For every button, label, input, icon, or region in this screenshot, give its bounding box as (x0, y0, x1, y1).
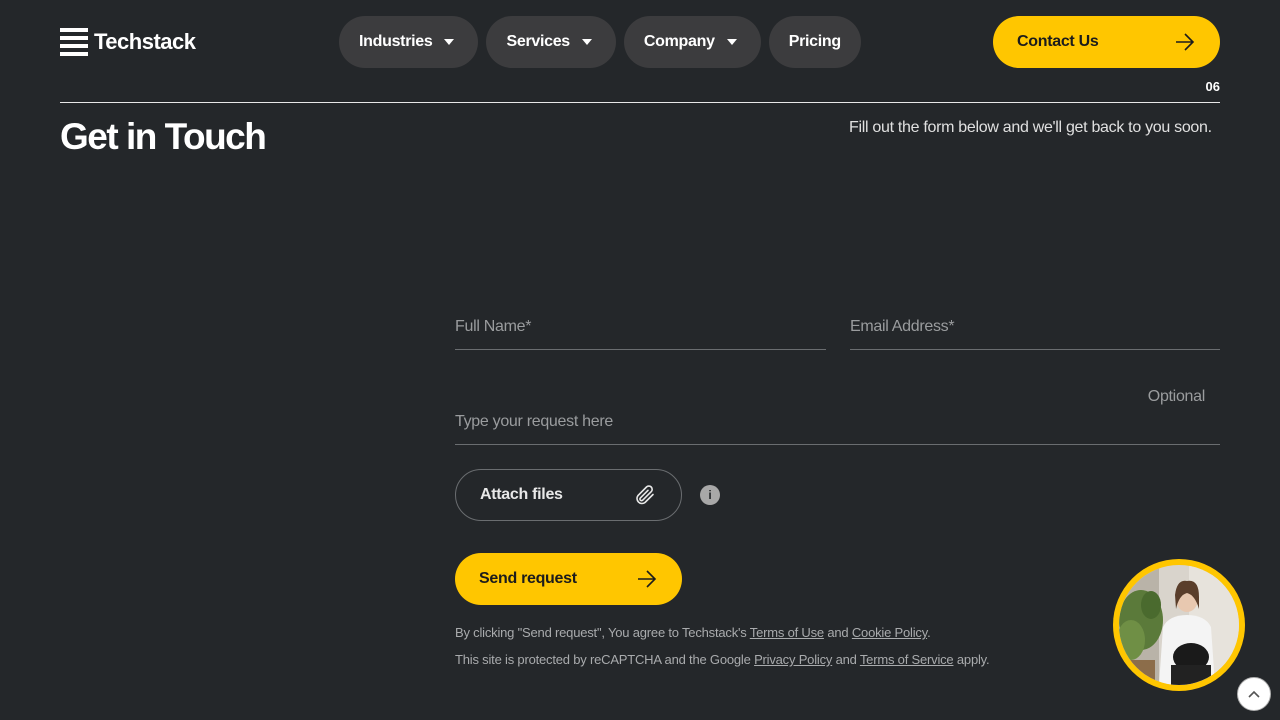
email-field (850, 318, 1220, 350)
contact-us-button[interactable]: Contact Us (993, 16, 1220, 68)
chevron-up-icon (1248, 690, 1260, 698)
logo-text: Techstack (94, 29, 196, 54)
nav-company-label: Company (643, 33, 715, 50)
attach-files-button[interactable]: Attach files (455, 469, 682, 521)
nav-services[interactable]: Services (486, 16, 616, 68)
nav-industries[interactable]: Industries (339, 16, 479, 68)
cookie-policy-link[interactable]: Cookie Policy (852, 625, 927, 640)
nav-pricing-label: Pricing (788, 33, 841, 50)
legal-line1-suffix: . (927, 625, 931, 640)
terms-of-service-link[interactable]: Terms of Service (860, 652, 954, 667)
request-textarea[interactable] (455, 413, 1220, 431)
recaptcha-text: This site is protected by reCAPTCHA and … (455, 652, 990, 667)
caret-down-icon (444, 39, 455, 45)
send-request-label: Send request (479, 570, 577, 587)
paperclip-icon (636, 485, 654, 505)
arrow-right-icon (1176, 33, 1195, 51)
section-divider (60, 102, 1220, 103)
attach-files-label: Attach files (480, 486, 563, 503)
nav-pricing[interactable]: Pricing (768, 16, 861, 68)
email-input[interactable] (850, 318, 1220, 336)
caret-down-icon (581, 39, 592, 45)
video-chat-bubble[interactable] (1113, 559, 1245, 691)
main-nav: Industries Services Company Pricing (339, 16, 861, 68)
optional-label: Optional (1147, 388, 1206, 405)
request-field (455, 413, 1220, 445)
legal-line1-prefix: By clicking "Send request", You agree to… (455, 625, 750, 640)
page-subtitle: Fill out the form below and we'll get ba… (849, 119, 1212, 136)
logo-mark-icon (60, 28, 88, 56)
caret-down-icon (726, 39, 737, 45)
send-request-button[interactable]: Send request (455, 553, 682, 605)
arrow-right-icon (638, 570, 657, 588)
legal-and-2: and (832, 652, 860, 667)
nav-services-label: Services (506, 33, 570, 50)
scroll-to-top-button[interactable] (1237, 677, 1271, 711)
nav-industries-label: Industries (359, 33, 433, 50)
legal-and-1: and (823, 625, 852, 640)
privacy-policy-link[interactable]: Privacy Policy (754, 652, 832, 667)
info-icon[interactable]: i (700, 485, 720, 505)
page-title: Get in Touch (60, 116, 267, 157)
video-avatar (1119, 565, 1239, 685)
nav-company[interactable]: Company (623, 16, 761, 68)
full-name-field (455, 318, 826, 350)
terms-of-use-link[interactable]: Terms of Use (750, 625, 824, 640)
legal-line2-prefix: This site is protected by reCAPTCHA and … (455, 652, 755, 667)
section-number: 06 (1205, 79, 1220, 94)
full-name-input[interactable] (455, 318, 826, 336)
video-thumbnail-image (1119, 565, 1239, 685)
legal-line2-suffix: apply. (953, 652, 990, 667)
logo[interactable]: Techstack (60, 28, 196, 56)
legal-consent-text: By clicking "Send request", You agree to… (455, 625, 931, 640)
contact-us-label: Contact Us (1017, 33, 1099, 50)
